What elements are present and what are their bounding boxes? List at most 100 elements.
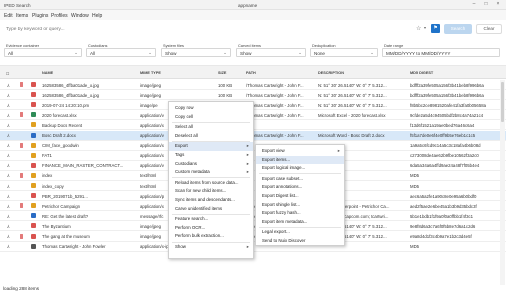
priority-marker bbox=[20, 82, 23, 87]
menu-edit[interactable]: Edit bbox=[4, 13, 13, 19]
menu-profiles[interactable]: Profiles bbox=[51, 13, 68, 19]
row-checkbox[interactable]: ⅄ bbox=[7, 234, 10, 240]
context-menu-item[interactable]: Show ▸ bbox=[169, 243, 253, 252]
search-button[interactable]: Search bbox=[444, 24, 472, 34]
file-type-icon bbox=[31, 243, 36, 249]
menu-plugins[interactable]: Plugins bbox=[32, 13, 48, 19]
row-checkbox[interactable]: ⅄ bbox=[7, 93, 10, 99]
cell-md5: bdfff2a39fe505a156f3b41beb8f996b6a bbox=[410, 82, 484, 88]
context-menu-item[interactable]: Select all bbox=[169, 123, 253, 132]
submenu-item[interactable]: Export annotations... bbox=[256, 183, 344, 192]
cell-path: /Thomas Cartwright - John F... bbox=[246, 112, 304, 118]
context-menu-item[interactable]: Carve unidentified items bbox=[169, 205, 253, 214]
submenu-item[interactable]: Export Digest list... bbox=[256, 192, 344, 201]
submenu-item[interactable]: Export case subset... bbox=[256, 175, 344, 184]
submenu-item[interactable]: Export view ▸ bbox=[256, 147, 344, 156]
cell-md5: MD5 bbox=[410, 173, 420, 179]
row-checkbox[interactable]: ⅄ bbox=[7, 123, 10, 129]
file-type-icon bbox=[31, 223, 36, 229]
row-checkbox[interactable]: ⅄ bbox=[7, 244, 10, 250]
select-all-checkbox[interactable]: ☐ bbox=[6, 71, 9, 76]
date-range-field[interactable]: MM/DD/YYYY to MM/DD/YYYY bbox=[382, 48, 500, 57]
priority-marker bbox=[20, 142, 23, 148]
close-button[interactable]: × bbox=[492, 1, 504, 9]
context-menu-item[interactable]: Perform OCR... bbox=[169, 224, 253, 233]
context-menu-item[interactable]: Feature search... bbox=[169, 215, 253, 224]
context-menu-item[interactable]: Custom metadata ▸ bbox=[169, 168, 253, 177]
carved-items-select[interactable]: Show ⌄ bbox=[236, 48, 306, 57]
row-checkbox[interactable]: ⅄ bbox=[7, 173, 10, 179]
cell-path: /Thomas Cartwright - John F... bbox=[246, 102, 304, 108]
title-bar: IPED Search appname – □ × bbox=[0, 0, 506, 10]
submenu-item[interactable]: Export shingle list... bbox=[256, 201, 344, 210]
submenu-item[interactable]: Export item metadata... bbox=[256, 218, 344, 227]
row-checkbox[interactable]: ⅄ bbox=[7, 163, 10, 169]
row-checkbox[interactable]: ⅄ bbox=[7, 103, 10, 109]
context-menu-item[interactable]: Reload items from source data... bbox=[169, 179, 253, 188]
column-header-description[interactable]: DESCRIPTION bbox=[318, 71, 344, 75]
file-type-icon bbox=[31, 112, 36, 118]
star-icon[interactable]: ☆ bbox=[416, 25, 421, 32]
submenu-item[interactable]: Export fuzzy hash... bbox=[256, 209, 344, 218]
context-menu-label: Reload items from source data... bbox=[175, 179, 239, 185]
menu-items[interactable]: Items bbox=[16, 13, 28, 19]
row-checkbox[interactable]: ⅄ bbox=[7, 184, 10, 190]
deduplication-select[interactable]: None ⌄ bbox=[310, 48, 378, 57]
row-checkbox[interactable]: ⅄ bbox=[7, 83, 10, 89]
column-header-name[interactable]: NAME bbox=[42, 71, 53, 75]
submenu-label: Export case subset... bbox=[262, 175, 303, 181]
cell-md5: 5b1e1bdb1f1f9a0f0a0ffbb1f4f3c1 bbox=[410, 213, 474, 219]
menu-bar: Edit Items Plugins Profiles Window Help bbox=[0, 10, 506, 20]
minimize-button[interactable]: – bbox=[468, 1, 480, 9]
search-input[interactable] bbox=[6, 24, 421, 34]
evidence-container-select[interactable]: All ⌄ bbox=[4, 48, 82, 57]
submenu-label: Export Digest list... bbox=[262, 193, 299, 198]
vertical-scrollbar[interactable] bbox=[500, 80, 505, 285]
submenu-item[interactable]: Export logical image... bbox=[256, 164, 344, 173]
cell-description: N: 51° 30' 26.5140" W: 0° 7' 5.312... bbox=[318, 92, 387, 98]
row-checkbox[interactable]: ⅄ bbox=[7, 153, 10, 159]
context-menu-item[interactable]: Export ▸ bbox=[169, 142, 253, 151]
context-menu-item[interactable]: Deselect all bbox=[169, 132, 253, 141]
context-menu-item[interactable]: Scan for new child items... bbox=[169, 187, 253, 196]
context-menu-item[interactable]: Copy row bbox=[169, 104, 253, 113]
row-checkbox[interactable]: ⅄ bbox=[7, 224, 10, 230]
file-type-icon bbox=[31, 233, 36, 239]
row-checkbox[interactable]: ⅄ bbox=[7, 143, 10, 149]
submenu-item[interactable]: Send to Nuix Discover bbox=[256, 237, 344, 246]
column-header-path[interactable]: PATH bbox=[246, 71, 256, 75]
context-menu-item[interactable]: Copy cell bbox=[169, 113, 253, 122]
context-menu-item[interactable]: Perform bulk extraction... bbox=[169, 232, 253, 241]
column-header-md5[interactable]: MD5 DIGEST bbox=[410, 71, 433, 75]
maximize-button[interactable]: □ bbox=[480, 1, 492, 9]
system-files-select[interactable]: Show ⌄ bbox=[161, 48, 231, 57]
context-menu-label: Carve unidentified items bbox=[175, 205, 223, 211]
chevron-down-icon[interactable]: ▾ bbox=[424, 25, 426, 30]
menu-window[interactable]: Window bbox=[71, 13, 89, 19]
column-header-mime[interactable]: MIME TYPE bbox=[140, 71, 161, 75]
scroll-thumb[interactable] bbox=[501, 82, 504, 122]
table-row[interactable]: ⅄ 162583586_4ffba01ade_o.jpg image/jpeg 100… bbox=[0, 80, 506, 91]
cell-md5: MD5 bbox=[410, 183, 420, 189]
cell-name: FINANCE_MAIN_RASTER_CONTRACT... bbox=[42, 163, 124, 169]
row-checkbox[interactable]: ⅄ bbox=[7, 204, 10, 210]
submenu-item[interactable]: Legal export... bbox=[256, 228, 344, 237]
cell-name: Bosc Draft 2.docx bbox=[42, 133, 76, 138]
row-checkbox[interactable]: ⅄ bbox=[7, 214, 10, 220]
context-menu-item[interactable]: Sync items and descendants... bbox=[169, 196, 253, 205]
file-type-icon bbox=[31, 213, 36, 219]
context-menu-item[interactable]: Tags ▸ bbox=[169, 151, 253, 160]
row-checkbox[interactable]: ⅄ bbox=[7, 194, 10, 200]
menu-help[interactable]: Help bbox=[92, 13, 102, 19]
column-header-size[interactable]: SIZE bbox=[218, 71, 226, 75]
row-checkbox[interactable]: ⅄ bbox=[7, 113, 10, 119]
context-menu-item[interactable]: Custodians ▸ bbox=[169, 160, 253, 169]
submenu-item[interactable]: Export items... bbox=[256, 155, 344, 165]
cell-name: Backup Docs Recent bbox=[42, 122, 83, 128]
row-checkbox[interactable]: ⅄ bbox=[7, 133, 10, 139]
submenu-label: Export items... bbox=[262, 156, 291, 162]
table-row[interactable]: ⅄ 162583586_4ffba01ade_o.jpg image/jpeg 100… bbox=[0, 90, 506, 101]
filter-icon[interactable]: ⚑ bbox=[431, 24, 440, 33]
custodians-select[interactable]: All ⌄ bbox=[86, 48, 156, 57]
clear-button[interactable]: Clear bbox=[476, 24, 502, 34]
